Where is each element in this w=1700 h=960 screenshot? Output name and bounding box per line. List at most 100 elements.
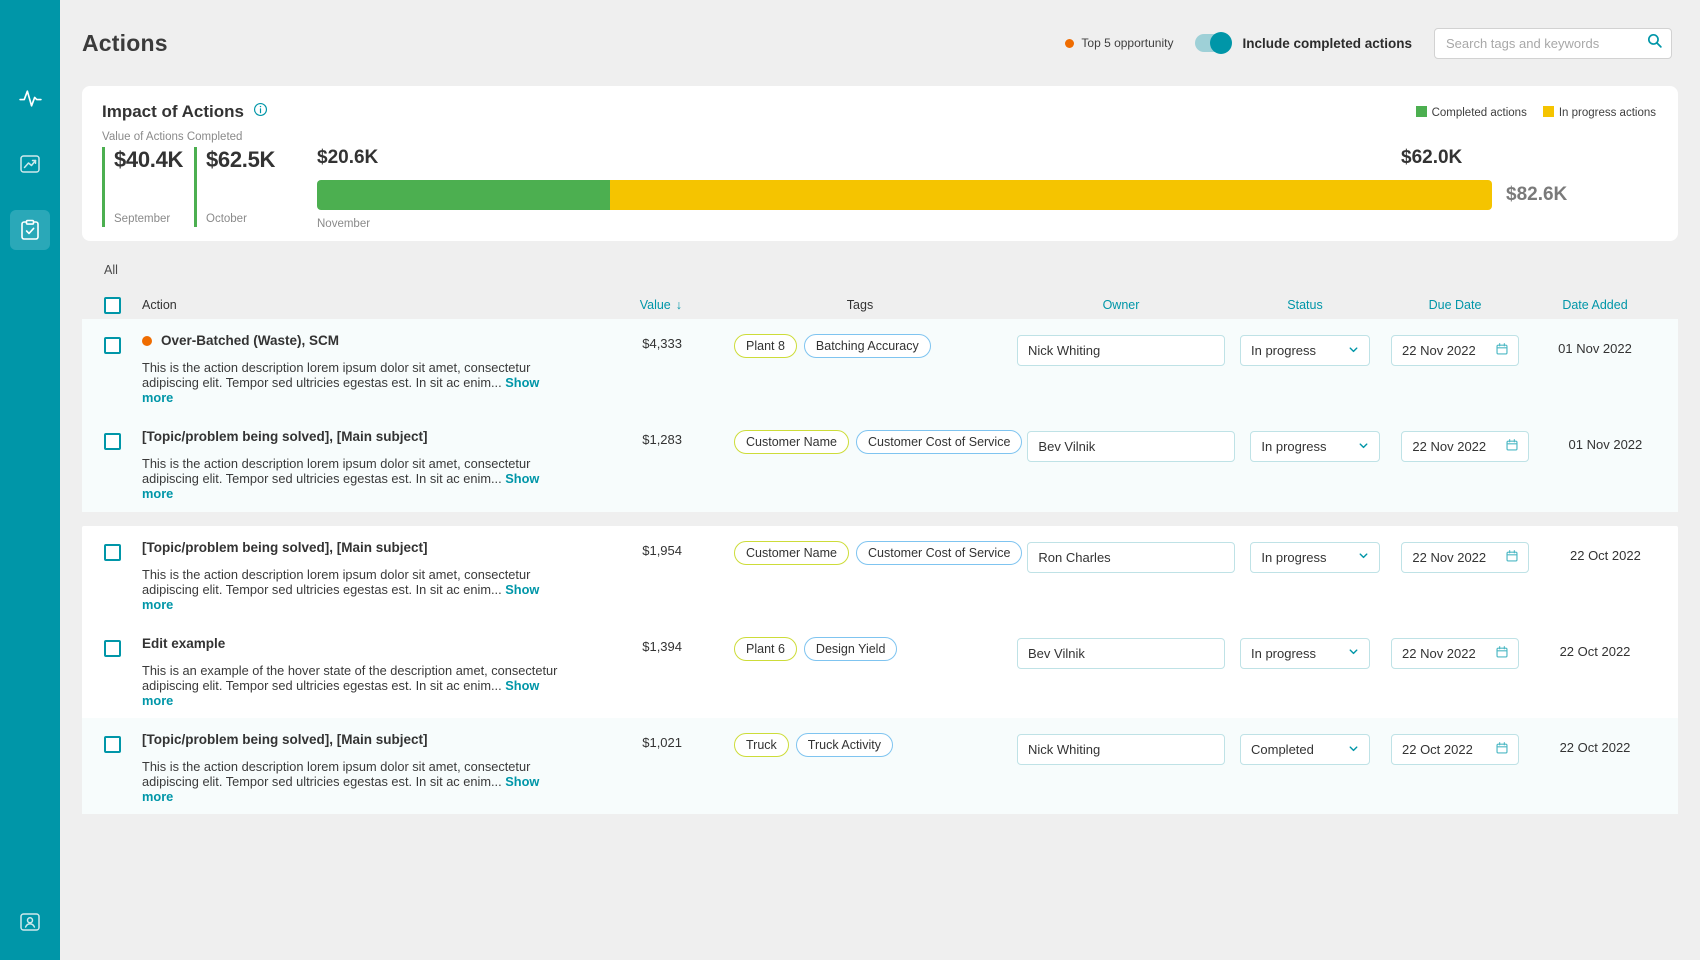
action-cell: [Topic/problem being solved], [Main subj… xyxy=(142,429,612,501)
table-row[interactable]: [Topic/problem being solved], [Main subj… xyxy=(82,718,1678,815)
status-cell: In progress xyxy=(1240,429,1390,463)
tag-chip[interactable]: Customer Name xyxy=(734,430,849,455)
column-header-value[interactable]: Value ↓ xyxy=(612,298,682,312)
chevron-down-icon[interactable] xyxy=(1357,439,1370,455)
status-cell: In progress xyxy=(1240,540,1390,573)
sidebar-item-analytics[interactable] xyxy=(10,144,50,184)
calendar-icon[interactable] xyxy=(1505,438,1519,455)
calendar-icon[interactable] xyxy=(1495,645,1509,662)
table-row[interactable]: [Topic/problem being solved], [Main subj… xyxy=(82,415,1678,512)
table-group: [Topic/problem being solved], [Main subj… xyxy=(82,525,1678,815)
due-date-input[interactable]: 22 Nov 2022 xyxy=(1391,637,1519,669)
filter-all-label[interactable]: All xyxy=(82,263,1678,291)
opportunity-dot-icon xyxy=(142,335,152,346)
table-row[interactable]: Over-Batched (Waste), SCM This is the ac… xyxy=(82,319,1678,416)
status-select[interactable]: In progress xyxy=(1250,541,1381,573)
legend-completed-label: Completed actions xyxy=(1431,106,1527,119)
column-header-date-added[interactable]: Date Added xyxy=(1530,298,1660,312)
calendar-icon[interactable] xyxy=(1495,342,1509,359)
actions-clipboard-icon xyxy=(18,218,42,242)
tag-chip[interactable]: Customer Name xyxy=(734,540,849,565)
row-checkbox[interactable] xyxy=(104,433,121,451)
chevron-down-icon[interactable] xyxy=(1347,645,1360,661)
action-title-line: [Topic/problem being solved], [Main subj… xyxy=(142,429,612,444)
status-cell: In progress xyxy=(1230,636,1380,669)
table-group: Over-Batched (Waste), SCM This is the ac… xyxy=(82,319,1678,512)
column-header-tags[interactable]: Tags xyxy=(682,298,1012,312)
search-icon[interactable] xyxy=(1646,32,1663,54)
owner-cell: Bev Vilnik xyxy=(1022,429,1240,463)
tag-chip[interactable]: Truck xyxy=(734,733,789,758)
include-completed-toggle[interactable]: Include completed actions xyxy=(1195,32,1412,54)
due-date-input[interactable]: 22 Nov 2022 xyxy=(1401,541,1530,573)
owner-input[interactable]: Nick Whiting xyxy=(1017,335,1225,366)
column-header-due-date[interactable]: Due Date xyxy=(1380,298,1530,312)
status-select[interactable]: Completed xyxy=(1240,734,1370,766)
owner-input[interactable]: Bev Vilnik xyxy=(1027,431,1236,463)
tag-chip[interactable]: Customer Cost of Service xyxy=(856,430,1023,455)
tag-list: Plant 8 Batching Accuracy xyxy=(708,333,1012,358)
tag-list: Customer Name Customer Cost of Service xyxy=(708,429,1023,455)
column-header-status[interactable]: Status xyxy=(1230,298,1380,312)
status-value: In progress xyxy=(1251,343,1317,358)
owner-cell: Ron Charles xyxy=(1022,540,1240,573)
legend-swatch-completed-icon xyxy=(1415,105,1427,117)
action-description: This is the action description lorem ips… xyxy=(142,456,574,501)
tag-chip[interactable]: Truck Activity xyxy=(795,733,893,758)
table-row[interactable]: [Topic/problem being solved], [Main subj… xyxy=(82,526,1678,622)
tag-chip[interactable]: Plant 8 xyxy=(734,334,797,358)
stacked-bar: $82.6K xyxy=(317,180,1607,210)
due-date-input[interactable]: 22 Nov 2022 xyxy=(1401,431,1530,463)
status-value: In progress xyxy=(1261,439,1327,455)
chevron-down-icon[interactable] xyxy=(1357,549,1370,565)
sidebar-nav-list xyxy=(0,0,60,250)
tag-chip[interactable]: Plant 6 xyxy=(734,636,797,661)
row-checkbox[interactable] xyxy=(104,543,121,561)
row-select-cell xyxy=(104,636,142,657)
owner-input[interactable]: Nick Whiting xyxy=(1017,734,1225,766)
sidebar-item-account[interactable] xyxy=(10,902,50,942)
owner-input[interactable]: Ron Charles xyxy=(1027,541,1236,573)
owner-input[interactable]: Bev Vilnik xyxy=(1017,637,1225,669)
column-header-owner[interactable]: Owner xyxy=(1012,298,1230,312)
status-select[interactable]: In progress xyxy=(1240,637,1370,669)
tags-cell: Plant 8 Batching Accuracy xyxy=(682,333,1012,358)
bar-segment-completed xyxy=(317,180,610,210)
calendar-icon[interactable] xyxy=(1495,741,1509,758)
row-checkbox[interactable] xyxy=(104,337,121,354)
due-date-cell: 22 Nov 2022 xyxy=(1390,540,1540,573)
chevron-down-icon[interactable] xyxy=(1347,343,1360,359)
action-description: This is the action description lorem ips… xyxy=(142,360,574,405)
due-date-input[interactable]: 22 Nov 2022 xyxy=(1391,335,1519,366)
owner-cell: Nick Whiting xyxy=(1012,333,1230,366)
tag-chip[interactable]: Customer Cost of Service xyxy=(856,540,1023,565)
chevron-down-icon[interactable] xyxy=(1347,742,1360,758)
row-checkbox[interactable] xyxy=(104,736,121,754)
account-icon xyxy=(18,910,42,934)
status-select[interactable]: In progress xyxy=(1250,431,1381,463)
sidebar-item-actions[interactable] xyxy=(10,210,50,250)
info-icon[interactable] xyxy=(253,102,268,122)
impact-card-subtitle: Value of Actions Completed xyxy=(102,131,243,143)
left-sidebar xyxy=(0,0,60,960)
sidebar-item-pulse[interactable] xyxy=(10,78,50,118)
toggle-switch[interactable] xyxy=(1195,32,1233,54)
tag-list: Plant 6 Design Yield xyxy=(708,636,1012,661)
table-row[interactable]: Edit example This is an example of the h… xyxy=(82,622,1678,718)
search-box[interactable] xyxy=(1434,27,1672,59)
row-checkbox[interactable] xyxy=(104,639,121,657)
month-summary-october: $62.5K October xyxy=(194,147,275,227)
search-input[interactable] xyxy=(1446,35,1646,51)
calendar-icon[interactable] xyxy=(1505,549,1519,566)
actions-table: All Action Value ↓ Tags Owner Status Due … xyxy=(82,263,1678,815)
select-all-checkbox[interactable] xyxy=(104,296,121,314)
status-select[interactable]: In progress xyxy=(1240,335,1370,366)
action-title-line: Over-Batched (Waste), SCM xyxy=(142,333,612,348)
tag-chip[interactable]: Batching Accuracy xyxy=(803,334,931,358)
due-date-input[interactable]: 22 Oct 2022 xyxy=(1391,734,1519,766)
tag-chip[interactable]: Design Yield xyxy=(803,636,898,661)
tags-cell: Plant 6 Design Yield xyxy=(682,636,1012,661)
impact-of-actions-card: Impact of Actions Completed actions In p… xyxy=(82,86,1678,241)
november-completed-value: $20.6K xyxy=(317,147,379,168)
column-header-action[interactable]: Action xyxy=(142,298,612,312)
